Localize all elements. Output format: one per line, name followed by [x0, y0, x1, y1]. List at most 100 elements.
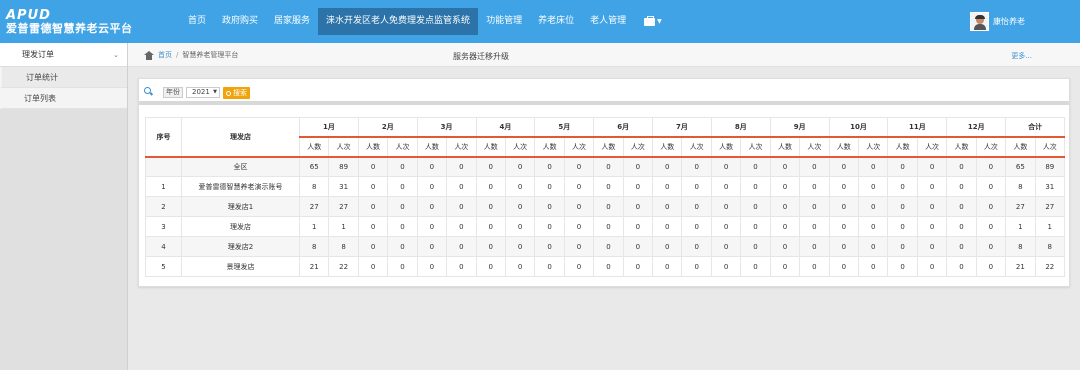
search-icon [144, 87, 151, 94]
search-button[interactable]: 搜索 [223, 87, 250, 99]
breadcrumb-home-link[interactable]: 首页 [158, 50, 172, 60]
column-header-visits: 人次 [916, 136, 948, 158]
table-cell: 0 [799, 236, 830, 257]
table-cell: 0 [681, 196, 712, 217]
table-cell: 0 [858, 196, 889, 217]
table-cell: 0 [416, 216, 448, 237]
table-cell: 0 [534, 216, 565, 237]
table-cell: 0 [887, 216, 918, 237]
table-cell: 0 [858, 176, 889, 197]
table-cell: 0 [681, 236, 712, 257]
row-store-name: 理发店2 [181, 236, 300, 257]
table-cell: 0 [387, 176, 418, 197]
table-cell: 22 [1034, 256, 1066, 277]
table-cell: 0 [446, 196, 477, 217]
column-header-visits: 人次 [681, 136, 712, 158]
table-cell: 0 [416, 196, 448, 217]
column-header-month: 4月 [475, 117, 536, 138]
app-title: 爱普雷德智慧养老云平台 [6, 22, 133, 35]
table-cell: 0 [593, 216, 624, 237]
year-select[interactable]: 2021 ▼ [186, 87, 220, 98]
nav-item-government-purchase[interactable]: 政府购买 [214, 0, 266, 43]
table-cell: 0 [416, 156, 448, 177]
table-cell: 0 [504, 176, 536, 197]
nav-item-barber-supervision[interactable]: 涞水开发区老人免费理发点监管系统 [318, 8, 479, 35]
table-cell: 0 [858, 216, 889, 237]
column-header-people: 人数 [298, 136, 330, 158]
table-cell: 0 [681, 156, 712, 177]
table-row: 2 理发店1 27 27 0 0 0 0 0 0 0 0 0 0 0 0 0 0 0 0 0 0 0 0 0 0 27 27 [145, 196, 1066, 217]
column-header-visits: 人次 [563, 136, 595, 158]
column-header-month: 1月 [299, 117, 359, 138]
user-name: 康怡养老 [993, 17, 1025, 26]
breadcrumb-current: 智慧养老管理平台 [182, 51, 239, 59]
table-cell: 89 [328, 156, 359, 177]
table-cell: 0 [593, 156, 624, 177]
table-cell: 0 [446, 236, 477, 257]
table-cell: 21 [298, 256, 330, 277]
table-cell: 0 [475, 236, 506, 257]
table-cell: 0 [652, 236, 683, 257]
brand-logo[interactable]: APUD 爱普雷德智慧养老云平台 [6, 9, 133, 36]
nav-item-beds[interactable]: 养老床位 [530, 0, 582, 43]
table-cell: 0 [652, 156, 683, 177]
table-cell: 0 [946, 236, 977, 257]
sidebar-group-barber-orders[interactable]: 理发订单 ⌄ [0, 43, 127, 67]
avatar [970, 12, 989, 31]
column-header-people: 人数 [475, 136, 506, 158]
row-store-name: 爱普雷德智慧养老演示账号 [181, 176, 300, 197]
table-cell: 0 [975, 216, 1007, 237]
table-cell: 0 [534, 236, 565, 257]
table-cell: 0 [504, 196, 536, 217]
table-cell: 0 [475, 196, 506, 217]
table-cell: 8 [328, 236, 359, 257]
sidebar: 理发订单 ⌄ 订单统计 订单列表 [0, 43, 128, 370]
table-row: 全区 65 89 0 0 0 0 0 0 0 0 0 0 0 0 0 0 0 0 0 0 0 0 0 0 65 89 [145, 156, 1066, 177]
column-header-month: 6月 [593, 117, 654, 138]
column-header-month: 3月 [416, 117, 477, 138]
table-cell: 0 [416, 236, 448, 257]
row-index: 2 [145, 196, 182, 217]
table-cell: 0 [622, 236, 654, 257]
column-header-people: 人数 [887, 136, 918, 158]
table-cell: 8 [298, 236, 330, 257]
table-cell: 0 [946, 176, 977, 197]
row-store-name: 理发店 [181, 216, 300, 237]
table-cell: 0 [916, 176, 948, 197]
nav-item-home-service[interactable]: 居家服务 [266, 0, 318, 43]
nav-item-home[interactable]: 首页 [180, 0, 214, 43]
table-cell: 21 [1005, 256, 1036, 277]
column-header-visits: 人次 [1034, 136, 1066, 158]
user-menu[interactable]: 康怡养老 [970, 12, 1025, 31]
column-header-month: 10月 [828, 117, 889, 138]
nav-item-elder-management[interactable]: 老人管理 [582, 0, 634, 43]
more-menu-button[interactable]: ▼ [634, 0, 672, 43]
column-header-month: 8月 [710, 117, 771, 138]
table-cell: 0 [710, 176, 742, 197]
more-link[interactable]: 更多... [1011, 51, 1032, 61]
column-header-month: 12月 [946, 117, 1007, 138]
row-store-name: 全区 [181, 156, 300, 177]
table-cell: 0 [887, 156, 918, 177]
table-cell: 0 [828, 196, 860, 217]
row-index: 3 [145, 216, 182, 237]
table-cell: 0 [916, 156, 948, 177]
table-cell: 0 [740, 176, 771, 197]
system-notice[interactable]: 服务器迁移升级 [453, 51, 509, 62]
table-cell: 0 [475, 216, 506, 237]
table-cell: 0 [916, 256, 948, 277]
table-cell: 0 [740, 196, 771, 217]
search-bar: 年份 2021 ▼ 搜索 [139, 79, 1069, 105]
sidebar-item-order-stats[interactable]: 订单统计 [0, 67, 127, 88]
table-cell: 0 [563, 216, 595, 237]
table-cell: 0 [799, 196, 830, 217]
column-header-visits: 人次 [328, 136, 359, 158]
nav-item-function-management[interactable]: 功能管理 [478, 0, 530, 43]
table-cell: 8 [1005, 176, 1036, 197]
home-icon [144, 50, 154, 60]
stats-table: 序号 理发店 1月 2月 3月 4月 5月 6月 7月 8月 9月 10月 11月 12月 合计 人数人… [145, 117, 1066, 277]
table-cell: 0 [975, 176, 1007, 197]
table-cell: 0 [799, 256, 830, 277]
sidebar-item-order-list[interactable]: 订单列表 [0, 88, 127, 109]
table-cell: 0 [769, 176, 801, 197]
